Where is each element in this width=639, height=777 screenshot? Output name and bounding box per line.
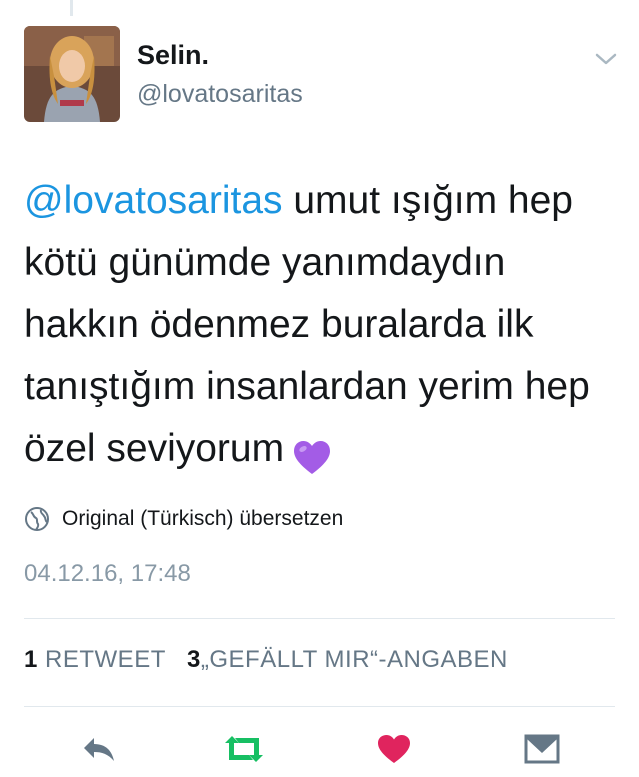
avatar[interactable] [24,26,120,122]
retweet-icon [221,733,267,770]
tweet-timestamp[interactable]: 04.12.16, 17:48 [24,560,191,588]
likes-label: „GEFÄLLT MIR“-ANGABEN [200,646,508,673]
like-button[interactable] [372,733,416,769]
retweet-stat[interactable]: 1 RETWEET [24,646,166,673]
retweet-count: 1 [24,646,38,673]
direct-message-button[interactable] [520,733,564,769]
translate-label: Original (Türkisch) übersetzen [62,507,344,530]
author-display-name[interactable]: Selin. [137,40,209,71]
reply-button[interactable] [78,733,122,769]
translate-button[interactable]: Original (Türkisch) übersetzen [24,506,343,532]
author-handle[interactable]: @lovatosaritas [137,80,303,109]
retweet-label: RETWEET [45,646,166,673]
likes-stat[interactable]: 3„GEFÄLLT MIR“-ANGABEN [187,646,508,673]
divider [24,706,615,707]
envelope-icon [523,733,561,770]
reply-icon [80,734,120,769]
chevron-down-icon[interactable] [594,50,618,68]
mention-link[interactable]: @lovatosaritas [24,179,283,222]
purple-heart-emoji-icon [292,433,332,474]
tweet-actions-bar [0,725,639,777]
thread-connector-line [70,0,73,16]
divider [24,618,615,619]
tweet-body: umut ışığım hep kötü günümde yanımdaydın… [24,179,590,470]
retweet-button[interactable] [222,733,266,769]
likes-count: 3 [187,646,201,673]
tweet-text: @lovatosaritas umut ışığım hep kötü günü… [24,170,624,480]
heart-icon [376,733,412,770]
tweet-stats: 1 RETWEET 3„GEFÄLLT MIR“-ANGABEN [24,646,522,674]
globe-icon [24,506,50,532]
